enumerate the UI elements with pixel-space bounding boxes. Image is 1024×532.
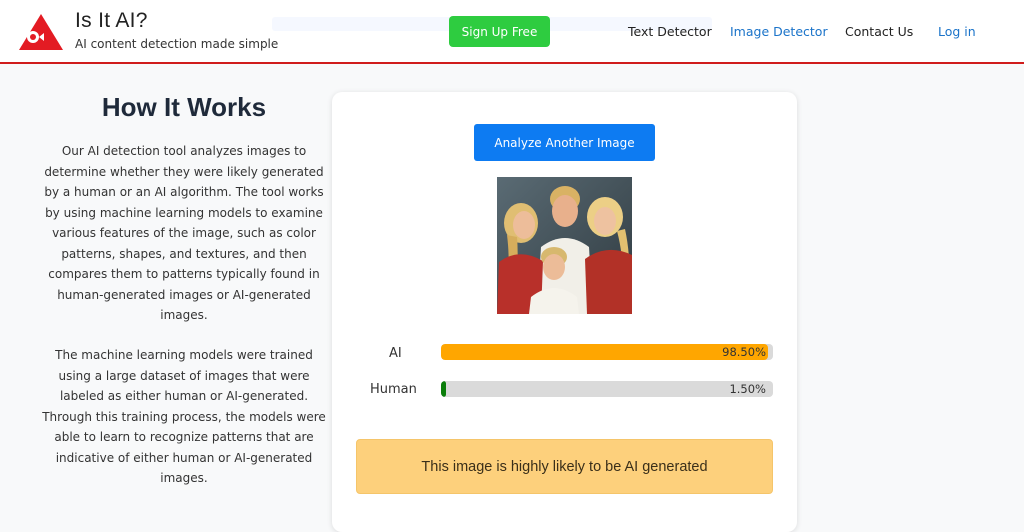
sign-up-button[interactable]: Sign Up Free [449,16,550,47]
site-header: Is It AI? AI content detection made simp… [0,0,1024,64]
logo-icon[interactable] [18,13,64,51]
human-bar-label: Human [370,382,417,397]
ai-probability-bar: 98.50% [441,344,773,360]
family-portrait-image [497,177,632,314]
how-it-works-title: How It Works [101,92,267,122]
nav-log-in[interactable]: Log in [938,24,976,39]
brand-subtitle: AI content detection made simple [75,37,279,51]
how-it-works-paragraph-1: Our AI detection tool analyzes images to… [44,144,324,322]
verdict-banner: This image is highly likely to be AI gen… [356,439,773,494]
ai-probability-value: 98.50% [722,345,766,359]
analyze-another-image-button[interactable]: Analyze Another Image [474,124,655,161]
how-it-works-paragraph-2: The machine learning models were trained… [42,348,326,485]
nav-image-detector[interactable]: Image Detector [730,24,828,39]
human-probability-bar: 1.50% [441,381,773,397]
human-probability-value: 1.50% [729,382,766,396]
ai-bar-label: AI [389,346,402,361]
nav-text-detector[interactable]: Text Detector [628,24,712,39]
human-probability-fill [441,381,446,397]
ai-probability-fill [441,344,769,360]
nav-contact-us[interactable]: Contact Us [845,24,913,39]
brand-title[interactable]: Is It AI? [75,9,148,33]
